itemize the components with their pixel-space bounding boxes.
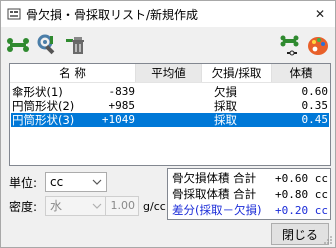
bone-measure-button[interactable]: [277, 33, 303, 59]
chevron-down-icon: [92, 203, 102, 209]
volume-summary: 骨欠損体積 合計 +0.60 cc 骨採取体積 合計 +0.80 cc 差分(採…: [167, 168, 331, 220]
summary-row-difference: 差分(採取－欠損) +0.20 cc: [172, 203, 328, 218]
density-unit-label: g/cc: [143, 200, 166, 213]
row-name: 円筒形状(3): [12, 113, 75, 127]
close-icon: ✕: [314, 7, 326, 21]
summary-row-harvest: 骨採取体積 合計 +0.80 cc: [172, 187, 328, 202]
list-row[interactable]: 傘形状(1) -839 欠損 0.60: [11, 85, 329, 99]
row-average: +1049: [101, 113, 135, 126]
column-header-average[interactable]: 平均値: [136, 64, 202, 82]
row-name: 円筒形状(2): [12, 99, 75, 113]
settings-tool-icon: [37, 34, 55, 55]
row-average: -839: [108, 85, 136, 98]
summary-label: 差分(採取－欠損): [172, 203, 262, 217]
row-volume: 0.45: [301, 113, 329, 126]
unit-label: 単位:: [9, 176, 38, 190]
app-icon: [6, 6, 22, 22]
shape-list[interactable]: 名 称 平均値 欠損/採取 体積 傘形状(1) -839 欠損 0.60 円筒形…: [9, 63, 331, 166]
row-type: 採取: [214, 99, 237, 113]
summary-row-defect: 骨欠損体積 合計 +0.60 cc: [172, 171, 328, 186]
column-header-name[interactable]: 名 称: [10, 64, 136, 82]
summary-label: 骨採取体積 合計: [172, 187, 257, 201]
list-row-selected[interactable]: 円筒形状(3) +1049 採取 0.45: [11, 113, 329, 127]
column-header-type[interactable]: 欠損/採取: [202, 64, 272, 82]
row-type: 採取: [214, 113, 237, 127]
density-select[interactable]: 水: [45, 196, 107, 216]
row-volume: 0.60: [301, 85, 329, 98]
title-bar: 骨欠損・骨採取リスト/新規作成 ✕: [1, 1, 335, 27]
window-title: 骨欠損・骨採取リスト/新規作成: [26, 8, 199, 22]
dialog-window: 骨欠損・骨採取リスト/新規作成 ✕ 名 称 平均値 欠損/採取 体積 傘形状(1…: [0, 0, 336, 248]
resize-grip-icon[interactable]: [323, 235, 333, 245]
row-name: 傘形状(1): [12, 85, 63, 99]
window-close-button[interactable]: ✕: [307, 3, 333, 25]
chevron-down-icon: [92, 179, 102, 185]
summary-value: +0.20 cc: [275, 204, 328, 217]
unit-select[interactable]: cc: [45, 172, 107, 192]
list-row[interactable]: 円筒形状(2) +985 採取 0.35: [11, 99, 329, 113]
row-volume: 0.35: [301, 99, 329, 112]
bone-measure-icon: [280, 35, 299, 56]
palette-button[interactable]: [305, 33, 331, 59]
row-type: 欠損: [214, 85, 237, 99]
summary-label: 骨欠損体積 合計: [172, 171, 257, 185]
column-header-volume[interactable]: 体積: [272, 64, 330, 82]
list-header: 名 称 平均値 欠損/採取 体積: [10, 64, 330, 83]
summary-value: +0.80 cc: [275, 188, 328, 201]
unit-value: cc: [50, 175, 64, 189]
settings-tool-button[interactable]: [35, 32, 61, 58]
delete-trash-icon: [66, 37, 84, 54]
settings-panel: 単位: cc 密度: 水 1.00 g/cc: [9, 171, 169, 221]
bone-tool-button[interactable]: [5, 32, 31, 58]
density-label: 密度:: [9, 200, 38, 214]
close-button[interactable]: 閉じる: [271, 223, 329, 245]
palette-icon: [308, 37, 328, 55]
dialog-footer: 閉じる: [1, 223, 335, 247]
density-value: 水: [50, 199, 63, 213]
density-number-field[interactable]: 1.00: [105, 196, 139, 216]
summary-value: +0.60 cc: [275, 172, 328, 185]
delete-button[interactable]: [63, 32, 89, 58]
row-average: +985: [108, 99, 136, 112]
bone-tool-icon: [7, 38, 29, 52]
toolbar: [1, 27, 335, 63]
